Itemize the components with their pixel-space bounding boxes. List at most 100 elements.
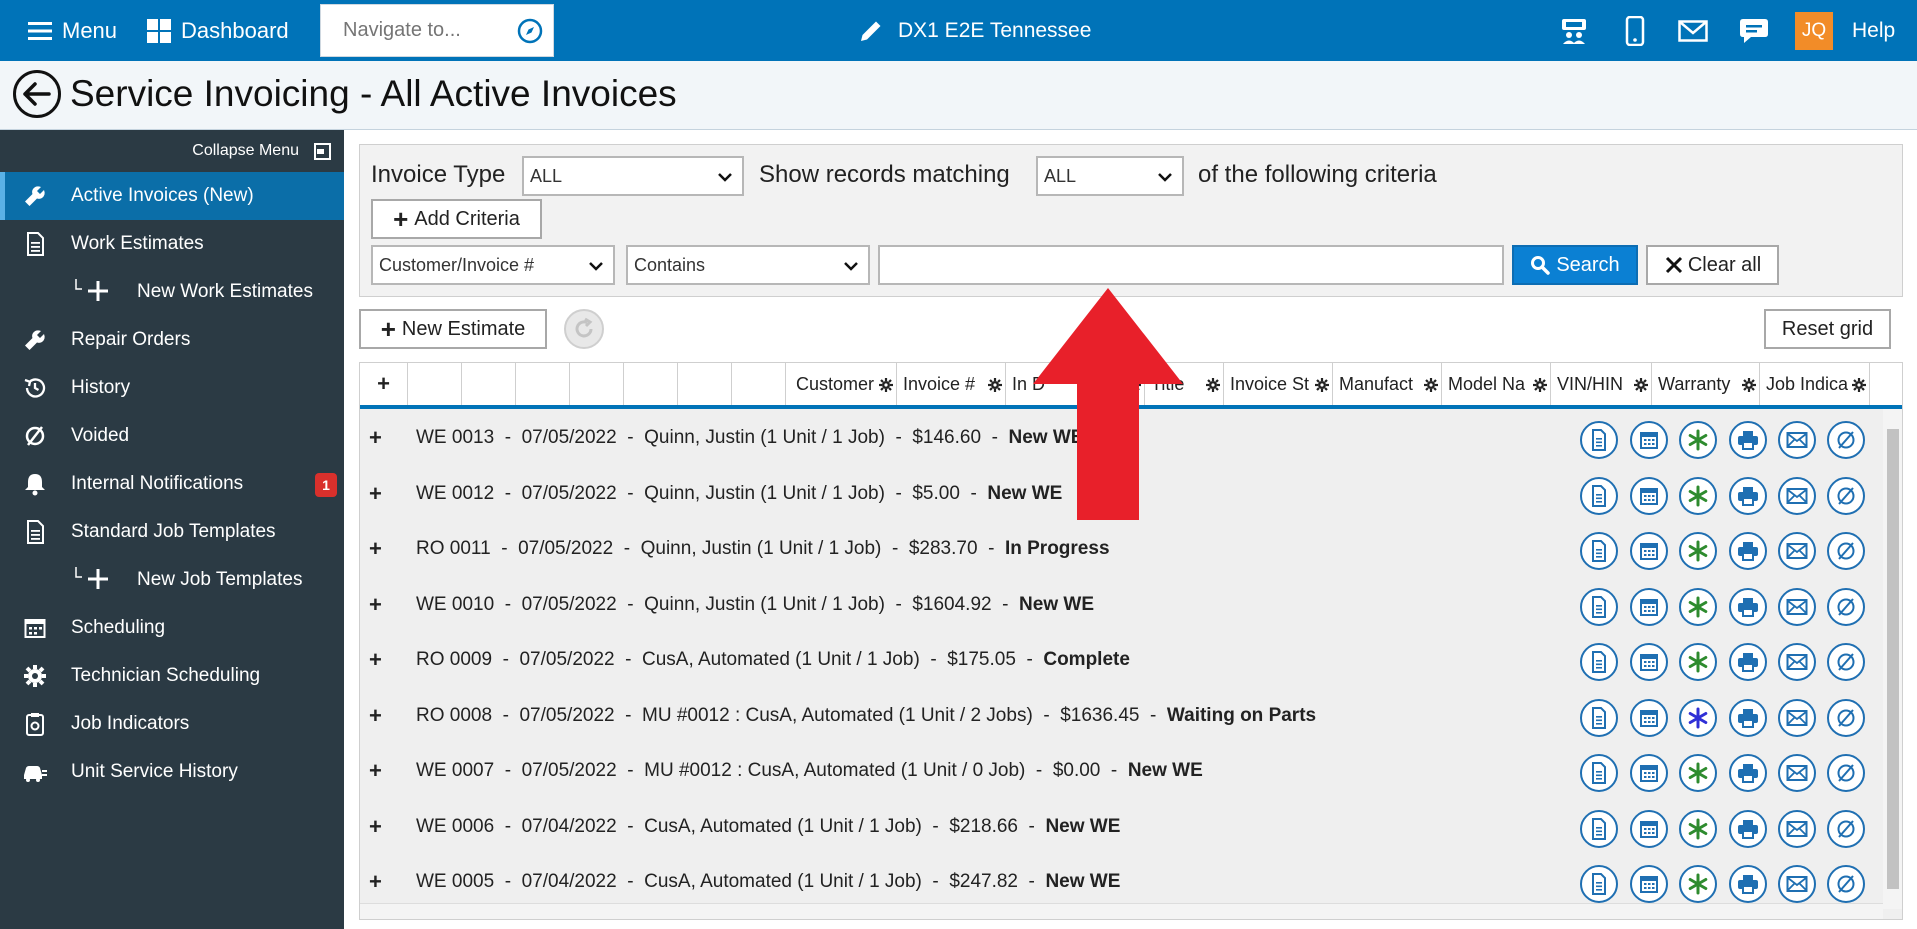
void-action-button[interactable] (1827, 809, 1865, 848)
sidebar-item-voided[interactable]: Voided (0, 412, 344, 460)
email-action-button[interactable] (1778, 643, 1816, 681)
sidebar-item-job-indicators[interactable]: Job Indicators (0, 700, 344, 748)
match-select[interactable]: ALL (1036, 156, 1184, 196)
document-action-button[interactable] (1580, 643, 1618, 681)
column-gear-icon[interactable] (1533, 378, 1547, 392)
warranty-action-button[interactable] (1679, 421, 1717, 459)
dashboard-button[interactable]: Dashboard (147, 0, 289, 61)
sidebar-item-unit-service-history[interactable]: Unit Service History (0, 748, 344, 796)
document-action-button[interactable] (1580, 809, 1618, 848)
void-action-button[interactable] (1827, 865, 1865, 903)
calendar-action-button[interactable] (1630, 865, 1668, 903)
group-column[interactable] (462, 363, 516, 405)
column-header[interactable]: Job Indica (1760, 363, 1870, 405)
user-avatar[interactable]: JQ (1795, 12, 1833, 50)
document-action-button[interactable] (1580, 865, 1618, 903)
mail-icon[interactable] (1676, 14, 1710, 48)
warranty-action-button[interactable] (1679, 865, 1717, 903)
warranty-action-button[interactable] (1679, 587, 1717, 626)
group-column[interactable] (624, 363, 678, 405)
sidebar-item-new-job-templates[interactable]: New Job Templates (0, 556, 344, 604)
mobile-icon[interactable] (1618, 14, 1652, 48)
email-action-button[interactable] (1778, 532, 1816, 570)
group-column[interactable] (570, 363, 624, 405)
invoice-type-select[interactable]: ALL (522, 156, 744, 196)
sidebar-item-scheduling[interactable]: Scheduling (0, 604, 344, 652)
email-action-button[interactable] (1778, 587, 1816, 626)
document-action-button[interactable] (1580, 421, 1618, 459)
field-select[interactable]: Customer/Invoice # (371, 245, 615, 285)
calendar-action-button[interactable] (1630, 698, 1668, 737)
table-row[interactable]: + RO 0009 - 07/05/2022 - CusA, Automated … (360, 635, 1880, 690)
column-header[interactable]: VIN/HIN (1551, 363, 1652, 405)
group-column[interactable] (732, 363, 786, 405)
calendar-action-button[interactable] (1630, 421, 1668, 459)
column-header[interactable]: Invoice St (1224, 363, 1333, 405)
column-gear-icon[interactable] (1634, 378, 1648, 392)
email-action-button[interactable] (1778, 698, 1816, 737)
search-input[interactable] (878, 245, 1504, 285)
menu-button[interactable]: Menu (28, 0, 117, 61)
refresh-button[interactable] (564, 309, 604, 349)
warranty-action-button[interactable] (1679, 698, 1717, 737)
sidebar-item-technician-scheduling[interactable]: Technician Scheduling (0, 652, 344, 700)
void-action-button[interactable] (1827, 421, 1865, 459)
column-gear-icon[interactable] (988, 378, 1002, 392)
expand-row-button[interactable]: + (369, 814, 382, 840)
void-action-button[interactable] (1827, 587, 1865, 626)
compass-icon[interactable] (517, 18, 543, 44)
back-button[interactable] (13, 70, 61, 118)
horizontal-scrollbar[interactable] (360, 903, 1883, 919)
group-column[interactable] (408, 363, 462, 405)
email-action-button[interactable] (1778, 421, 1816, 459)
sidebar-item-new-work-estimates[interactable]: New Work Estimates (0, 268, 344, 316)
help-link[interactable]: Help (1852, 0, 1895, 61)
collapse-menu-button[interactable]: Collapse Menu (192, 142, 331, 160)
warranty-action-button[interactable] (1679, 532, 1717, 570)
expand-all-button[interactable]: + (360, 363, 408, 405)
column-gear-icon[interactable] (1315, 378, 1329, 392)
column-gear-icon[interactable] (1206, 378, 1220, 392)
expand-row-button[interactable]: + (369, 758, 382, 784)
scrollbar-thumb[interactable] (1887, 429, 1899, 889)
search-button[interactable]: Search (1512, 245, 1638, 285)
sidebar-item-history[interactable]: History (0, 364, 344, 412)
expand-row-button[interactable]: + (369, 703, 382, 729)
void-action-button[interactable] (1827, 643, 1865, 681)
warranty-action-button[interactable] (1679, 476, 1717, 515)
users-desk-icon[interactable] (1557, 14, 1591, 48)
reset-grid-button[interactable]: Reset grid (1764, 309, 1891, 349)
vertical-scrollbar[interactable] (1883, 409, 1902, 909)
operator-select[interactable]: Contains (626, 245, 870, 285)
expand-row-button[interactable]: + (369, 536, 382, 562)
print-action-button[interactable] (1729, 809, 1767, 848)
print-action-button[interactable] (1729, 421, 1767, 459)
print-action-button[interactable] (1729, 865, 1767, 903)
expand-row-button[interactable]: + (369, 425, 382, 451)
print-action-button[interactable] (1729, 698, 1767, 737)
calendar-action-button[interactable] (1630, 587, 1668, 626)
table-row[interactable]: + RO 0011 - 07/05/2022 - Quinn, Justin (1… (360, 524, 1880, 579)
sidebar-item-repair-orders[interactable]: Repair Orders (0, 316, 344, 364)
calendar-action-button[interactable] (1630, 532, 1668, 570)
print-action-button[interactable] (1729, 532, 1767, 570)
column-header[interactable]: Manufact (1333, 363, 1442, 405)
column-header[interactable]: Model Na (1442, 363, 1551, 405)
column-gear-icon[interactable] (1742, 378, 1756, 392)
expand-row-button[interactable]: + (369, 869, 382, 895)
column-gear-icon[interactable] (1424, 378, 1438, 392)
document-action-button[interactable] (1580, 754, 1618, 792)
navigate-input[interactable] (343, 19, 513, 42)
calendar-action-button[interactable] (1630, 809, 1668, 848)
column-header[interactable]: Warranty (1652, 363, 1760, 405)
warranty-action-button[interactable] (1679, 643, 1717, 681)
new-estimate-button[interactable]: + New Estimate (359, 309, 547, 349)
void-action-button[interactable] (1827, 754, 1865, 792)
group-column[interactable] (678, 363, 732, 405)
clear-all-button[interactable]: Clear all (1646, 245, 1779, 285)
table-row[interactable]: + WE 0006 - 07/04/2022 - CusA, Automated … (360, 802, 1880, 857)
column-header[interactable]: Customer (790, 363, 897, 405)
add-criteria-button[interactable]: + Add Criteria (371, 199, 542, 239)
warranty-action-button[interactable] (1679, 809, 1717, 848)
expand-row-button[interactable]: + (369, 481, 382, 507)
